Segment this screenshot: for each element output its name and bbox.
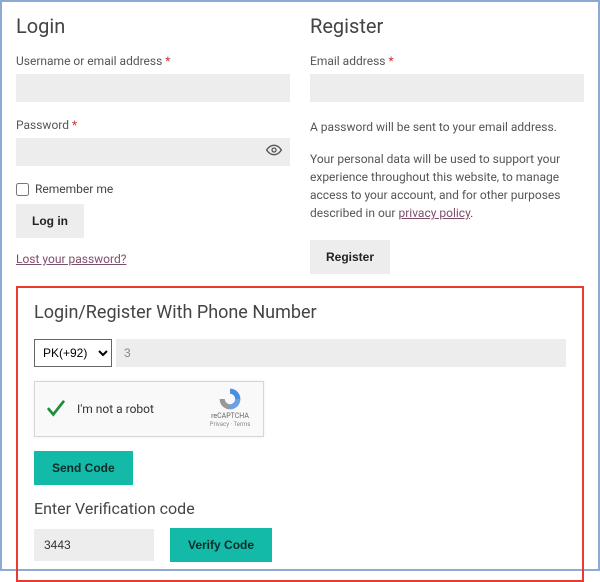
register-heading: Register [310,14,584,38]
verify-heading: Enter Verification code [34,499,566,518]
recaptcha-widget[interactable]: I'm not a robot reCAPTCHA Privacy · Term… [34,381,264,437]
privacy-policy-link[interactable]: privacy policy [398,206,470,220]
password-note: A password will be sent to your email ad… [310,118,584,136]
phone-heading: Login/Register With Phone Number [34,302,566,323]
email-input[interactable] [310,74,584,102]
verification-code-input[interactable] [34,529,154,561]
register-button[interactable]: Register [310,240,390,274]
remember-checkbox[interactable] [16,183,29,196]
password-input[interactable] [16,138,290,166]
username-input[interactable] [16,74,290,102]
checkmark-icon [45,398,67,420]
recaptcha-label: I'm not a robot [77,402,154,416]
recaptcha-brand: reCAPTCHA Privacy · Terms [205,386,255,428]
send-code-button[interactable]: Send Code [34,451,133,485]
register-column: Register Email address * A password will… [310,14,584,274]
login-heading: Login [16,14,290,38]
login-button[interactable]: Log in [16,204,84,238]
remember-label: Remember me [35,182,113,196]
lost-password-link[interactable]: Lost your password? [16,252,126,266]
verify-code-button[interactable]: Verify Code [170,528,272,562]
phone-auth-box: Login/Register With Phone Number PK(+92)… [16,286,584,582]
password-label: Password * [16,118,290,132]
privacy-note: Your personal data will be used to suppo… [310,150,584,222]
email-label: Email address * [310,54,584,68]
login-column: Login Username or email address * Passwo… [16,14,290,274]
phone-number-input[interactable] [116,339,566,367]
dial-code-select[interactable]: PK(+92) [34,339,112,367]
username-label: Username or email address * [16,54,290,68]
toggle-password-icon[interactable] [266,142,282,162]
recaptcha-icon [217,386,243,412]
